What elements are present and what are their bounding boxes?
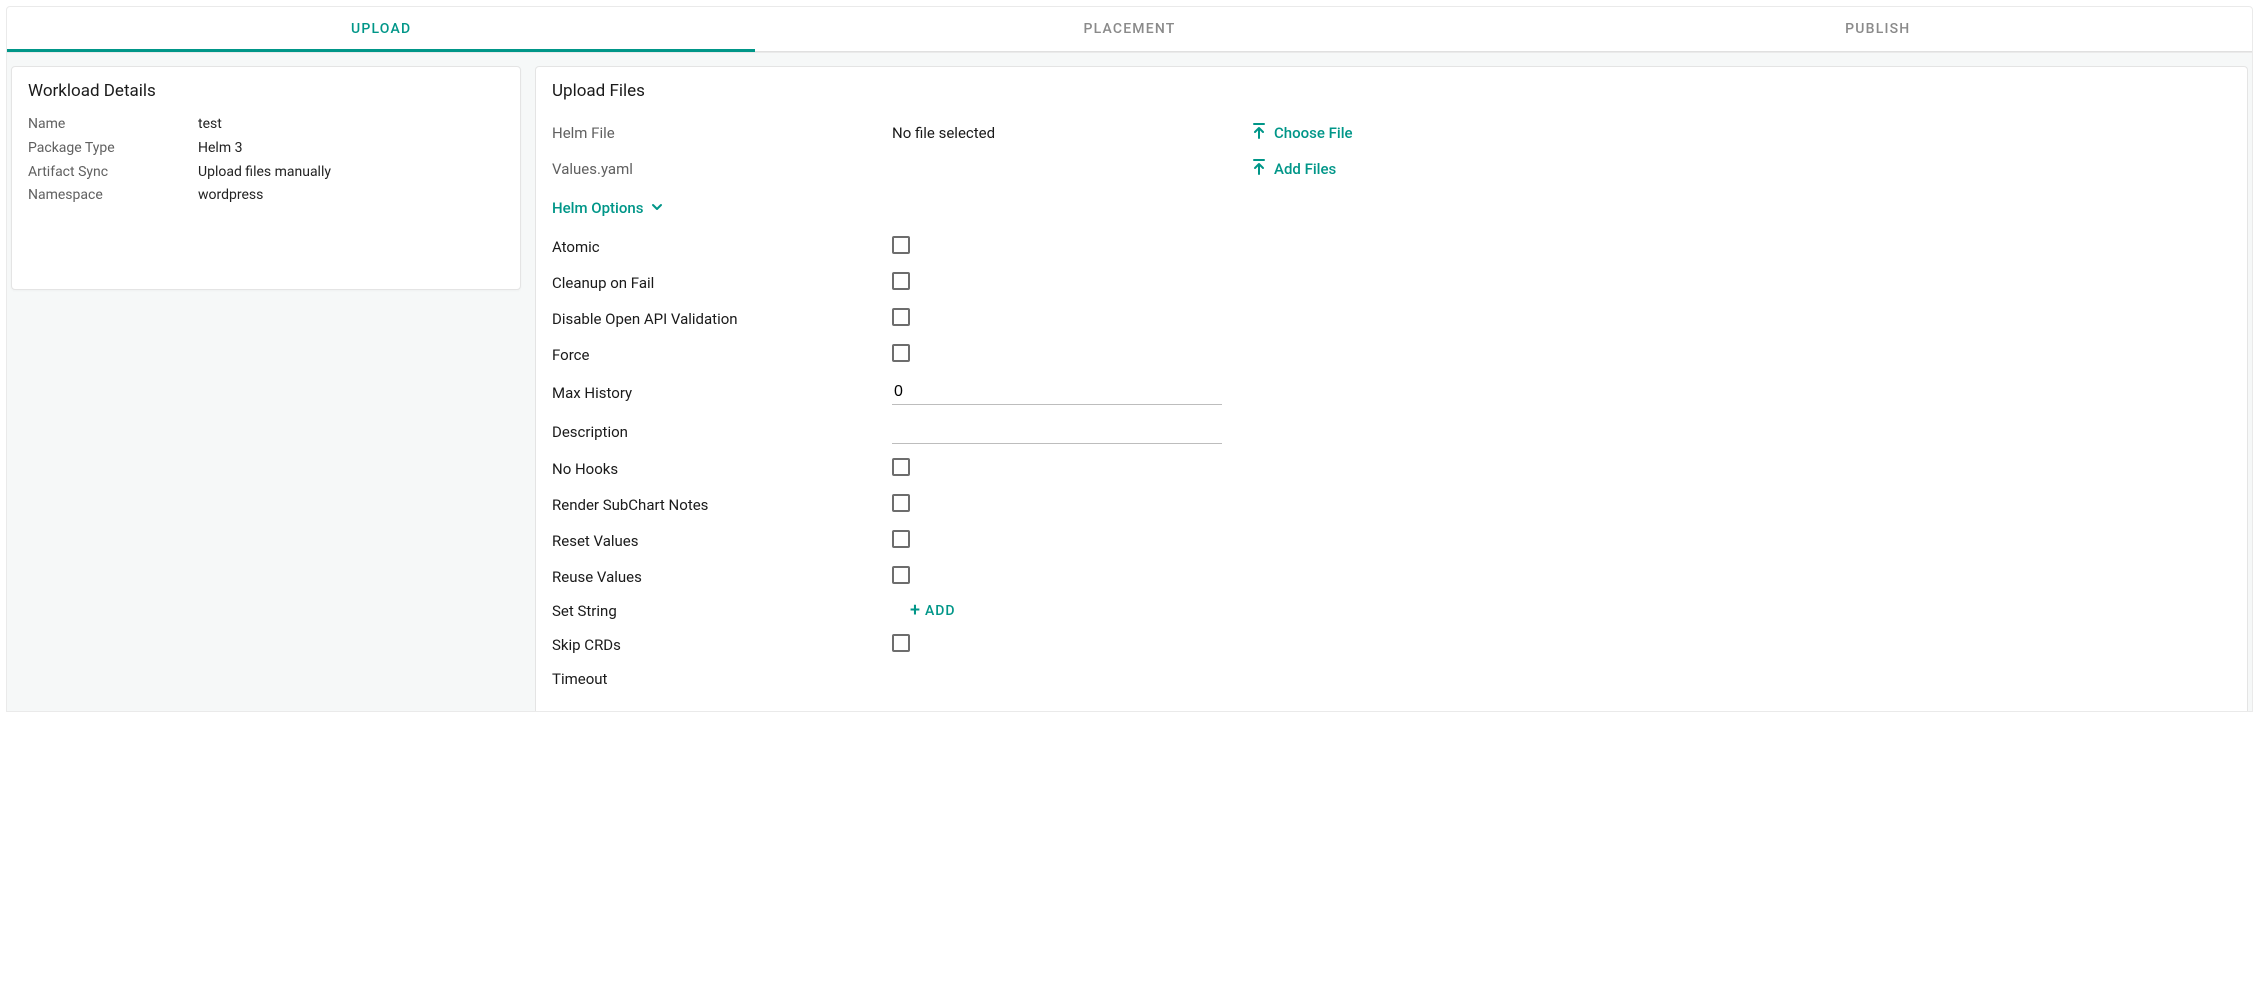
set-string-add-button[interactable]: + ADD	[892, 602, 956, 620]
checkbox-atomic[interactable]	[892, 236, 910, 254]
opt-label: Cleanup on Fail	[552, 274, 892, 292]
opt-label: Max History	[552, 384, 892, 402]
opt-label: Atomic	[552, 238, 892, 256]
values-yaml-label: Values.yaml	[552, 160, 892, 178]
opt-label: Reset Values	[552, 532, 892, 550]
upload-files-card: Upload Files Helm File No file selected …	[535, 66, 2248, 711]
content: Workload Details Name test Package Type …	[6, 53, 2253, 712]
kv-row-name: Name test	[28, 113, 504, 137]
opt-label: Set String	[552, 602, 892, 620]
plus-icon: +	[910, 602, 921, 620]
checkbox-cleanup-on-fail[interactable]	[892, 272, 910, 290]
opt-set-string: Set String + ADD	[536, 595, 2247, 627]
opt-force: Force	[536, 337, 2247, 373]
opt-label: No Hooks	[552, 460, 892, 478]
kv-value: Upload files manually	[198, 161, 331, 185]
helm-options-label: Helm Options	[552, 199, 643, 217]
helm-options-toggle[interactable]: Helm Options	[536, 187, 679, 225]
kv-row-package-type: Package Type Helm 3	[28, 137, 504, 161]
stepper-tabs: UPLOAD PLACEMENT PUBLISH	[6, 6, 2253, 53]
helm-file-label: Helm File	[552, 124, 892, 142]
page: UPLOAD PLACEMENT PUBLISH Workload Detail…	[0, 0, 2259, 718]
workload-details-title: Workload Details	[12, 67, 520, 113]
checkbox-skip-crds[interactable]	[892, 634, 910, 652]
upload-icon	[1252, 159, 1266, 179]
opt-timeout: Timeout	[536, 663, 2247, 695]
kv-row-artifact-sync: Artifact Sync Upload files manually	[28, 161, 504, 185]
upload-files-title: Upload Files	[536, 67, 2247, 113]
workload-details-card: Workload Details Name test Package Type …	[11, 66, 521, 290]
add-files-button[interactable]: Add Files	[1252, 159, 1336, 179]
checkbox-disable-open-api[interactable]	[892, 308, 910, 326]
row-values-yaml: Values.yaml Add Files	[536, 151, 2247, 187]
checkbox-render-subchart[interactable]	[892, 494, 910, 512]
opt-label: Description	[552, 423, 892, 441]
checkbox-no-hooks[interactable]	[892, 458, 910, 476]
row-helm-file: Helm File No file selected Choose File	[536, 115, 2247, 151]
kv-value: Helm 3	[198, 137, 242, 161]
opt-render-subchart: Render SubChart Notes	[536, 487, 2247, 523]
opt-reset-values: Reset Values	[536, 523, 2247, 559]
helm-options-list: Atomic Cleanup on Fail Disable Open API …	[536, 225, 2247, 711]
opt-skip-crds: Skip CRDs	[536, 627, 2247, 663]
opt-max-history: Max History	[536, 373, 2247, 412]
description-input[interactable]	[892, 419, 1222, 444]
kv-key: Package Type	[28, 137, 198, 161]
opt-label: Skip CRDs	[552, 636, 892, 654]
opt-no-hooks: No Hooks	[536, 451, 2247, 487]
opt-label: Timeout	[552, 670, 892, 688]
choose-file-label: Choose File	[1274, 124, 1353, 142]
tab-publish[interactable]: PUBLISH	[1504, 7, 2252, 52]
kv-row-namespace: Namespace wordpress	[28, 184, 504, 208]
opt-cleanup-on-fail: Cleanup on Fail	[536, 265, 2247, 301]
tab-placement[interactable]: PLACEMENT	[755, 7, 1503, 52]
opt-label: Render SubChart Notes	[552, 496, 892, 514]
tab-upload[interactable]: UPLOAD	[7, 7, 755, 52]
add-files-label: Add Files	[1274, 160, 1336, 178]
choose-file-button[interactable]: Choose File	[1252, 123, 1353, 143]
checkbox-reset-values[interactable]	[892, 530, 910, 548]
helm-file-status: No file selected	[892, 124, 1252, 142]
opt-atomic: Atomic	[536, 229, 2247, 265]
opt-disable-open-api: Disable Open API Validation	[536, 301, 2247, 337]
add-label: ADD	[925, 603, 956, 619]
max-history-input[interactable]	[892, 380, 1222, 405]
opt-label: Disable Open API Validation	[552, 310, 892, 328]
chevron-down-icon	[651, 199, 663, 217]
values-yaml-action: Add Files	[1252, 159, 2231, 179]
checkbox-reuse-values[interactable]	[892, 566, 910, 584]
opt-description: Description	[536, 412, 2247, 451]
kv-key: Name	[28, 113, 198, 137]
kv-key: Artifact Sync	[28, 161, 198, 185]
opt-label: Force	[552, 346, 892, 364]
kv-value: wordpress	[198, 184, 263, 208]
kv-key: Namespace	[28, 184, 198, 208]
upload-icon	[1252, 123, 1266, 143]
opt-reuse-values: Reuse Values	[536, 559, 2247, 595]
workload-details-table: Name test Package Type Helm 3 Artifact S…	[12, 113, 520, 224]
helm-file-action: Choose File	[1252, 123, 2231, 143]
kv-value: test	[198, 113, 222, 137]
opt-label: Reuse Values	[552, 568, 892, 586]
checkbox-force[interactable]	[892, 344, 910, 362]
